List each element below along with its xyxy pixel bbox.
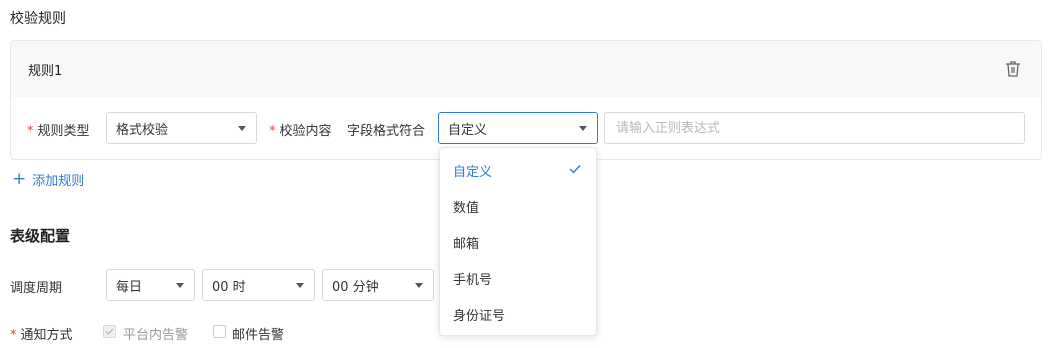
rule-type-value: 格式校验 [116, 122, 169, 138]
chevron-down-icon [238, 126, 246, 131]
regex-input[interactable] [604, 112, 1025, 144]
dropdown-option[interactable]: 邮箱 [440, 224, 596, 260]
chevron-down-icon [176, 283, 184, 288]
trash-icon[interactable] [1005, 60, 1021, 78]
period-select[interactable]: 每日 [106, 269, 195, 301]
format-dropdown-menu: 自定义 数值 邮箱 手机号 身份证号 [439, 147, 597, 336]
dropdown-option[interactable]: 身份证号 [440, 296, 596, 332]
required-mark: * [27, 124, 34, 139]
rule-type-label: * 规则类型 [27, 124, 90, 139]
required-mark: * [269, 124, 276, 139]
dropdown-option[interactable]: 数值 [440, 188, 596, 224]
platform-alert-label: 平台内告警 [123, 328, 189, 343]
schedule-label: 调度周期 [10, 281, 63, 296]
platform-alert-checkbox[interactable] [103, 325, 116, 338]
dropdown-option[interactable]: 手机号 [440, 260, 596, 296]
hour-select[interactable]: 00 时 [202, 269, 315, 301]
hour-value: 00 时 [212, 279, 246, 295]
check-icon [105, 328, 114, 335]
table-config-title: 表级配置 [10, 227, 71, 245]
section-title: 校验规则 [10, 11, 66, 27]
format-value: 自定义 [448, 122, 488, 138]
rule-header: 规则1 [11, 41, 1041, 97]
dropdown-option[interactable]: 自定义 [440, 152, 596, 188]
plus-icon: + [12, 169, 27, 189]
notify-label: * 通知方式 [10, 328, 73, 343]
email-alert-checkbox[interactable] [213, 325, 226, 338]
minute-value: 00 分钟 [332, 279, 379, 295]
email-alert-label: 邮件告警 [232, 328, 285, 343]
chevron-down-icon [296, 283, 304, 288]
minute-select[interactable]: 00 分钟 [322, 269, 434, 301]
required-mark: * [10, 328, 17, 343]
add-rule-button[interactable]: + 添加规则 [12, 169, 84, 190]
chevron-down-icon [579, 126, 587, 131]
check-content-label: * 校验内容 [269, 124, 332, 139]
period-value: 每日 [116, 279, 143, 295]
rule-name: 规则1 [28, 63, 63, 79]
check-icon [569, 165, 581, 174]
rule-type-select[interactable]: 格式校验 [106, 112, 257, 144]
chevron-down-icon [415, 283, 423, 288]
format-select[interactable]: 自定义 [438, 112, 598, 144]
field-format-label: 字段格式符合 [347, 124, 426, 139]
